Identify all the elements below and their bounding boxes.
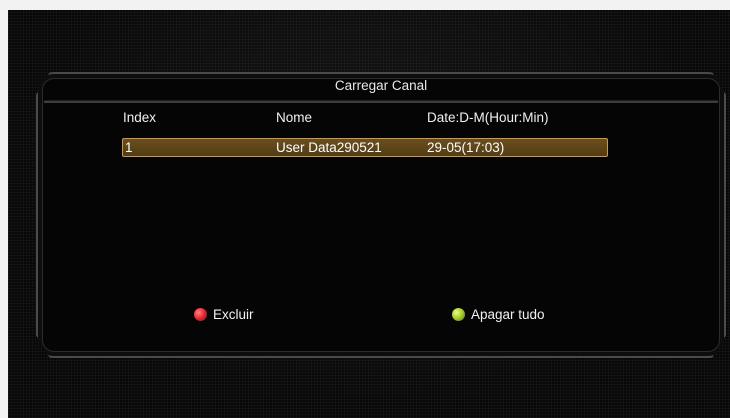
table-row[interactable]: 1 User Data290521 29-05(17:03) (122, 138, 608, 157)
delete-button[interactable]: Excluir (194, 304, 254, 324)
title-divider (44, 100, 718, 103)
dialog-title: Carregar Canal (334, 78, 428, 93)
delete-label: Excluir (213, 306, 254, 322)
green-button-icon (452, 307, 465, 321)
tv-screen: Carregar Canal Index Nome Date:D-M(Hour:… (8, 10, 730, 418)
column-header-index: Index (123, 110, 157, 125)
row-date: 29-05(17:03) (427, 140, 505, 155)
delete-all-button[interactable]: Apagar tudo (452, 304, 545, 324)
row-name: User Data290521 (276, 140, 382, 155)
red-button-icon (194, 307, 207, 321)
load-channel-dialog: Carregar Canal Index Nome Date:D-M(Hour:… (36, 72, 726, 358)
delete-all-label: Apagar tudo (471, 306, 545, 322)
column-header-date: Date:D-M(Hour:Min) (427, 110, 549, 125)
column-header-name: Nome (276, 110, 313, 125)
row-index: 1 (125, 140, 133, 155)
